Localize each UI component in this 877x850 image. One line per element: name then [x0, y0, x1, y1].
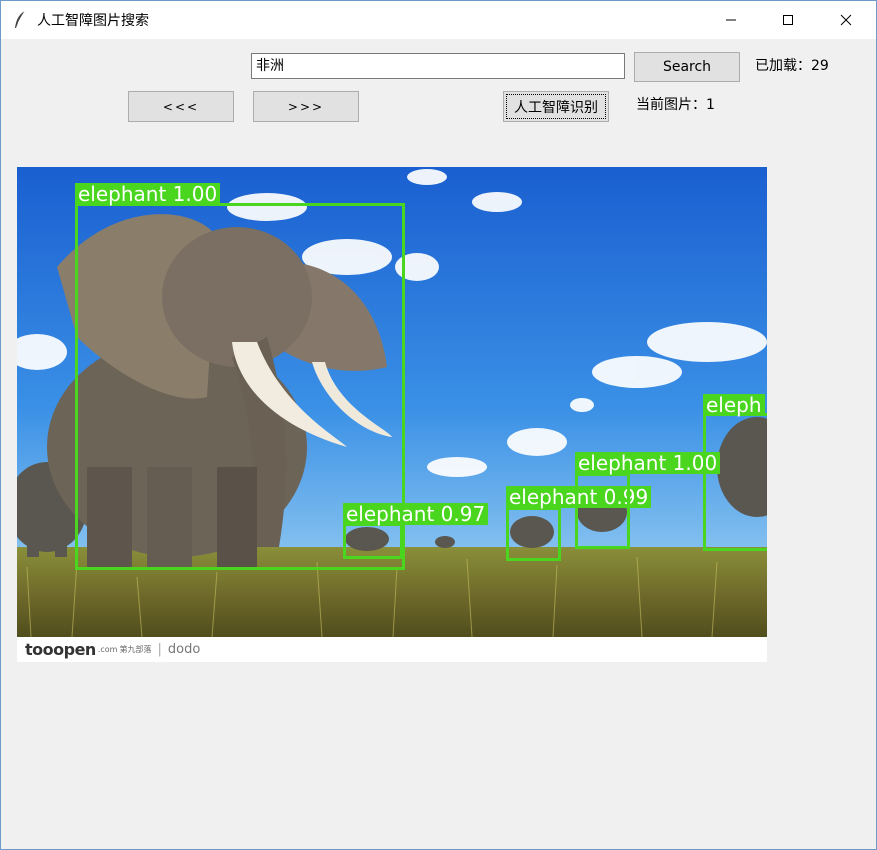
result-image: elephant 1.00 elephant 0.97 elephant 0.9…	[17, 167, 767, 662]
next-image-button[interactable]: >>>	[253, 91, 359, 122]
loaded-count-label: 已加载：29	[755, 58, 829, 74]
watermark-logo: tooopen	[25, 640, 96, 659]
detection-box	[506, 507, 561, 561]
window-title: 人工智障图片搜索	[37, 13, 149, 29]
watermark-divider: |	[157, 642, 162, 657]
app-window: 人工智障图片搜索 非洲 Search 已加载：29 <<< >>> 人工智障识别…	[0, 0, 877, 850]
maximize-button[interactable]	[760, 1, 816, 39]
watermark-domain: .com	[97, 645, 118, 654]
close-button[interactable]	[818, 1, 874, 39]
image-watermark: tooopen .com 第九部落 | dodo	[17, 637, 767, 662]
detection-label: elephant 0.97	[343, 503, 489, 525]
recognize-button[interactable]: 人工智障识别	[503, 91, 609, 122]
minimize-button[interactable]	[703, 1, 759, 39]
feather-icon	[13, 10, 27, 30]
title-bar: 人工智障图片搜索	[1, 1, 876, 39]
search-input[interactable]: 非洲	[251, 53, 625, 79]
detection-label: eleph	[703, 394, 765, 416]
maximize-icon	[782, 11, 794, 30]
search-button[interactable]: Search	[634, 52, 740, 82]
minimize-icon	[725, 11, 737, 30]
detection-label: elephant 1.00	[75, 183, 221, 205]
close-icon	[840, 11, 852, 30]
previous-image-button[interactable]: <<<	[128, 91, 234, 122]
watermark-user: dodo	[167, 642, 201, 657]
detection-box	[575, 473, 630, 549]
current-image-label: 当前图片：1	[636, 97, 715, 113]
detection-label: elephant 1.00	[575, 452, 721, 474]
detection-box	[703, 413, 767, 551]
watermark-site: 第九部落	[119, 645, 152, 654]
detection-box	[343, 523, 403, 559]
